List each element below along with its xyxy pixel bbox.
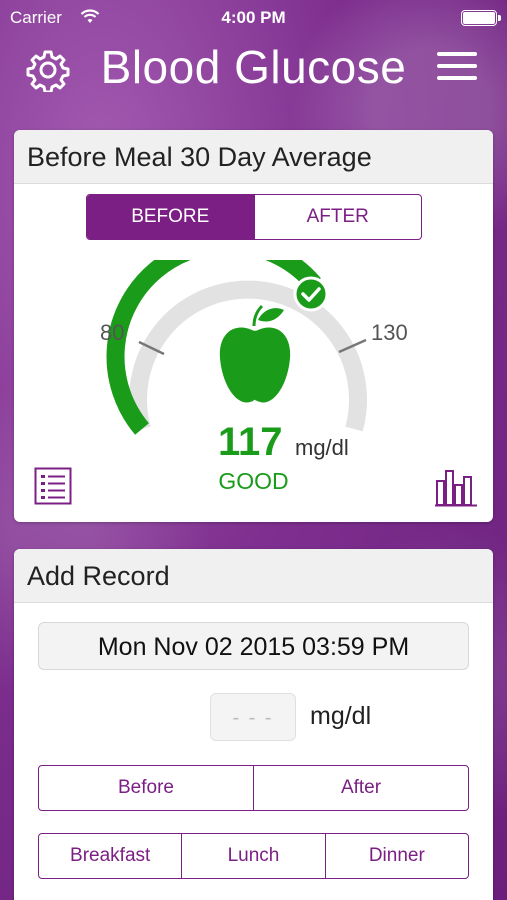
gauge-value: 117 (218, 420, 283, 464)
list-icon[interactable] (34, 467, 72, 505)
glucose-unit-label: mg/dl (310, 702, 372, 730)
gauge-status: GOOD (218, 468, 289, 494)
meal-type-toggle: Breakfast Lunch Dinner (38, 833, 469, 879)
gauge-unit: mg/dl (295, 435, 349, 460)
nav-bar: Blood Glucose (0, 36, 507, 100)
apple-icon (219, 304, 291, 403)
meal-breakfast-button[interactable]: Breakfast (39, 834, 183, 878)
toggle-after[interactable]: AFTER (255, 195, 422, 239)
toggle-before[interactable]: BEFORE (87, 195, 255, 239)
timing-after-button[interactable]: After (254, 766, 468, 810)
check-badge-icon (293, 276, 329, 312)
page-title: Blood Glucose (100, 41, 407, 93)
meal-timing-toggle: Before After (38, 765, 469, 811)
average-card: Before Meal 30 Day Average BEFORE AFTER … (14, 130, 493, 522)
gauge-low-label: 80 (100, 320, 125, 345)
bar-chart-icon[interactable] (435, 467, 477, 507)
meal-dinner-button[interactable]: Dinner (326, 834, 468, 878)
before-after-toggle: BEFORE AFTER (86, 194, 422, 240)
status-time: 4:00 PM (221, 8, 286, 27)
glucose-input[interactable]: - - - (210, 693, 296, 741)
add-record-title: Add Record (14, 549, 493, 603)
datetime-field[interactable]: Mon Nov 02 2015 03:59 PM (38, 622, 469, 670)
meal-lunch-button[interactable]: Lunch (182, 834, 326, 878)
add-record-card: Add Record Mon Nov 02 2015 03:59 PM - - … (14, 549, 493, 900)
status-bar: Carrier 4:00 PM (0, 0, 507, 36)
gauge-high-label: 130 (371, 320, 408, 345)
battery-icon (461, 10, 501, 26)
hamburger-menu-icon[interactable] (437, 52, 477, 84)
timing-before-button[interactable]: Before (39, 766, 254, 810)
average-card-title: Before Meal 30 Day Average (14, 130, 493, 184)
